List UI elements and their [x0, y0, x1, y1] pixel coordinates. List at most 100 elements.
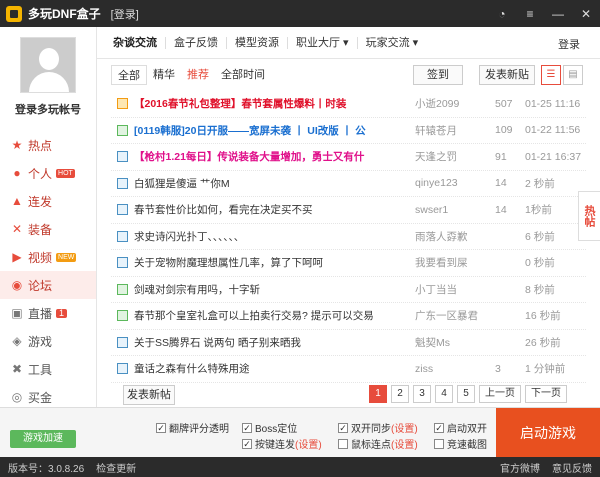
sidebar-item-live[interactable]: ▣ 直播 1 [0, 299, 96, 327]
option-flip-score[interactable]: ✓ 翻牌评分透明 [156, 420, 229, 435]
option-start-dual[interactable]: ✓ 启动双开 [434, 420, 487, 435]
option-boss-locate[interactable]: ✓ Boss定位 [242, 420, 297, 435]
checkbox-checked-icon[interactable]: ✓ [156, 422, 166, 433]
title-login-link[interactable]: [登录] [111, 6, 139, 22]
filter-essence[interactable]: 精华 [147, 65, 181, 85]
page-4[interactable]: 4 [435, 385, 453, 403]
table-row[interactable]: 春节那个皇室礼盒可以上拍卖行交易? 提示可以交易 广东一区暴君 16 秒前 [111, 303, 586, 330]
hot-posts-tab[interactable]: 热帖 [578, 191, 600, 241]
checkbox-checked-icon[interactable]: ✓ [434, 422, 444, 433]
post-author[interactable]: 魁契Ms [415, 335, 485, 350]
sidebar-item-tools[interactable]: ✖ 工具 [0, 355, 96, 383]
mouse-click-settings-link[interactable]: (设置) [391, 436, 418, 451]
tab-models[interactable]: 模型资源 [226, 36, 287, 49]
post-title[interactable]: 【2016春节礼包整理】春节套属性爆料丨时装 [134, 96, 420, 111]
table-row[interactable]: 剑魂对剑宗有用吗，十字斩 小丁当当 8 秒前 [111, 277, 586, 303]
post-author[interactable]: 广东一区暴君 [415, 308, 485, 323]
avatar[interactable] [20, 37, 76, 93]
post-author[interactable]: 小逝2099 [415, 96, 485, 111]
forum-login-link[interactable]: 登录 [558, 36, 580, 52]
table-row[interactable]: 白狐狸是傻逼 艹你M qinye123 14 2 秒前 [111, 171, 586, 197]
post-title[interactable]: 求史诗闪光扑丁、、、、、、 [134, 229, 420, 244]
table-row[interactable]: 童话之森有什么特殊用途 ziss 3 1 分钟前 [111, 356, 586, 383]
page-2[interactable]: 2 [391, 385, 409, 403]
table-row[interactable]: [0119韩服]20日开服——宽屏未袭 丨 UI改版 丨 公轩辕苍月 109 01-… [111, 118, 586, 144]
option-key-repeat[interactable]: ✓ 按键连发 (设置) [242, 436, 322, 451]
post-title[interactable]: 春节那个皇室礼盒可以上拍卖行交易? 提示可以交易 [134, 308, 420, 323]
post-title[interactable]: 剑魂对剑宗有用吗，十字斩 [134, 282, 420, 297]
post-time: 1 分钟前 [525, 363, 566, 376]
post-title[interactable]: 【枪村1.21每日】传说装备大量增加，勇士又有什 [134, 149, 420, 164]
checkbox-checked-icon[interactable]: ✓ [242, 438, 252, 449]
page-1[interactable]: 1 [369, 385, 387, 403]
feedback-link[interactable]: 意见反馈 [552, 460, 592, 475]
page-3[interactable]: 3 [413, 385, 431, 403]
new-badge: NEW [56, 252, 77, 262]
next-page-button[interactable]: 下一页 [525, 385, 567, 403]
skin-icon[interactable]: ◔ [494, 6, 510, 22]
sidebar-item-hot[interactable]: ★ 热点 [0, 131, 96, 159]
signin-button[interactable]: 签到 [413, 65, 463, 85]
tab-feedback[interactable]: 盒子反馈 [165, 36, 226, 49]
post-icon [117, 177, 128, 189]
table-row[interactable]: 春节套性价比如何，看完在决定买不买 swser1 14 1秒前 [111, 197, 586, 224]
close-icon[interactable]: ✕ [578, 6, 594, 22]
official-weibo-link[interactable]: 官方微博 [500, 460, 540, 475]
dual-sync-settings-link[interactable]: (设置) [391, 420, 418, 435]
table-row[interactable]: 关于SS腾界石 说两句 晒子别来晒我 魁契Ms 26 秒前 [111, 330, 586, 356]
prev-page-button[interactable]: 上一页 [479, 385, 521, 403]
post-author[interactable]: 我要看到屎 [415, 255, 485, 270]
sidebar-login-link[interactable]: 登录多玩帐号 [0, 101, 96, 117]
grid-view-icon[interactable]: ▤ [563, 65, 583, 85]
option-dual-sync[interactable]: ✓ 双开同步 (设置) [338, 420, 418, 435]
tab-chat[interactable]: 杂谈交流 [111, 37, 165, 49]
sidebar-item-video[interactable]: ▶ 视频 NEW [0, 243, 96, 271]
post-author[interactable]: qinye123 [415, 177, 485, 189]
filter-recommend[interactable]: 推荐 [181, 65, 215, 85]
sidebar-item-forum[interactable]: ◉ 论坛 [0, 271, 96, 299]
table-row[interactable]: 关于宠物附魔理想属性几率，算了下呵呵 我要看到屎 0 秒前 [111, 250, 586, 277]
page-5[interactable]: 5 [457, 385, 475, 403]
post-count: 109 [495, 124, 513, 137]
person-icon: ● [13, 166, 21, 180]
game-accel-button[interactable]: 游戏加速 [10, 430, 76, 448]
post-title[interactable]: 春节套性价比如何，看完在决定买不买 [134, 202, 420, 217]
post-title[interactable]: 白狐狸是傻逼 艹你M [134, 176, 420, 191]
post-title[interactable]: 童话之森有什么特殊用途 [134, 361, 420, 376]
post-author[interactable]: swser1 [415, 204, 485, 216]
menu-icon[interactable]: ≡ [522, 6, 538, 22]
post-title[interactable]: 关于SS腾界石 说两句 晒子别来晒我 [134, 335, 420, 350]
post-author[interactable]: 天逢之罚 [415, 149, 485, 164]
sidebar-item-games[interactable]: ◈ 游戏 [0, 327, 96, 355]
table-row[interactable]: 【枪村1.21每日】传说装备大量增加，勇士又有什 天逢之罚 91 01-21 16:3… [111, 144, 586, 171]
post-title[interactable]: 关于宠物附魔理想属性几率，算了下呵呵 [134, 255, 420, 270]
post-author[interactable]: 小丁当当 [415, 282, 485, 297]
checkbox-icon[interactable] [434, 438, 444, 449]
new-post-button[interactable]: 发表新贴 [479, 65, 535, 85]
option-race-screenshot[interactable]: 竞速截图 [434, 436, 487, 451]
post-author[interactable]: ziss [415, 363, 485, 375]
checkbox-checked-icon[interactable]: ✓ [242, 422, 252, 433]
star-icon: ★ [11, 138, 23, 152]
option-mouse-click[interactable]: 鼠标连点 (设置) [338, 436, 418, 451]
minimize-icon[interactable]: — [550, 6, 566, 22]
checkbox-checked-icon[interactable]: ✓ [338, 422, 348, 433]
checkbox-icon[interactable] [338, 438, 348, 449]
post-author[interactable]: 轩辕苍月 [415, 123, 485, 138]
post-title[interactable]: [0119韩服]20日开服——宽屏未袭 丨 UI改版 丨 公 [134, 123, 420, 138]
sidebar-item-personal[interactable]: ● 个人 HOT [0, 159, 96, 187]
table-row[interactable]: 【2016春节礼包整理】春节套属性爆料丨时装 小逝2099 507 01-25 11:… [111, 91, 586, 118]
sidebar-item-combo[interactable]: ▲ 连发 [0, 187, 96, 215]
filter-time[interactable]: 全部时间 [215, 65, 271, 85]
pager-new-post-button[interactable]: 发表新帖 [123, 385, 175, 405]
tab-players[interactable]: 玩家交流 [356, 36, 427, 49]
check-update-link[interactable]: 检查更新 [96, 460, 136, 475]
tab-classes[interactable]: 职业大厅 [287, 36, 357, 49]
list-view-icon[interactable]: ☰ [541, 65, 561, 85]
table-row[interactable]: 求史诗闪光扑丁、、、、、、 雨落人孬歉 6 秒前 [111, 224, 586, 250]
filter-all[interactable]: 全部 [111, 65, 147, 85]
sidebar-item-equipment[interactable]: ✕ 装备 [0, 215, 96, 243]
post-author[interactable]: 雨落人孬歉 [415, 229, 485, 244]
start-game-button[interactable]: 启动游戏 [496, 408, 600, 458]
key-repeat-settings-link[interactable]: (设置) [295, 436, 322, 451]
